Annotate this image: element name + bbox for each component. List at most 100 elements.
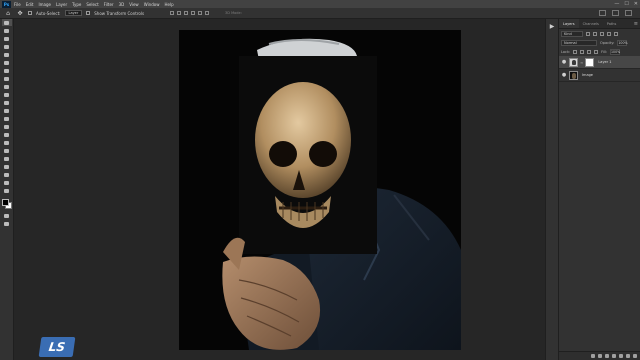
opacity-field[interactable]: 100%	[617, 39, 628, 46]
rectangle-tool-icon[interactable]	[2, 163, 12, 170]
workspace-icon[interactable]	[612, 10, 619, 16]
more-tools-icon[interactable]	[2, 187, 12, 194]
hand-tool-icon[interactable]	[2, 171, 12, 178]
auto-select-checkbox[interactable]	[28, 11, 32, 15]
align-left-icon[interactable]	[170, 11, 175, 15]
panel-menu-icon[interactable]: ≡	[634, 19, 640, 28]
document-canvas[interactable]	[179, 30, 461, 350]
trash-icon[interactable]	[633, 354, 637, 358]
tab-channels[interactable]: Channels	[579, 19, 603, 28]
type-tool-icon[interactable]	[2, 147, 12, 154]
link-layers-icon[interactable]	[591, 354, 595, 358]
gradient-tool-icon[interactable]	[2, 115, 12, 122]
menu-type[interactable]: Type	[72, 2, 81, 7]
lasso-tool-icon[interactable]	[2, 35, 12, 42]
menu-window[interactable]: Window	[144, 2, 160, 7]
dodge-tool-icon[interactable]	[2, 131, 12, 138]
lock-position-icon[interactable]	[587, 49, 592, 54]
layer-filter-dropdown[interactable]: Kind	[561, 30, 583, 37]
minimize-icon[interactable]: —	[614, 1, 619, 7]
layer-name[interactable]: Image	[582, 73, 593, 77]
align-middle-icon[interactable]	[198, 11, 203, 15]
filter-pixel-icon[interactable]	[586, 31, 590, 36]
frame-tool-icon[interactable]	[2, 59, 12, 66]
history-brush-tool-icon[interactable]	[2, 99, 12, 106]
menu-layer[interactable]: Layer	[56, 2, 67, 7]
filter-smart-object-icon[interactable]	[614, 31, 618, 36]
move-tool-icon[interactable]: ✥	[16, 10, 24, 17]
menu-help[interactable]: Help	[164, 2, 173, 7]
show-transform-checkbox[interactable]	[86, 11, 91, 15]
maximize-icon[interactable]: ☐	[624, 1, 628, 7]
align-right-icon[interactable]	[184, 11, 189, 15]
menu-image[interactable]: Image	[38, 2, 51, 7]
menu-3d[interactable]: 3D	[119, 2, 125, 7]
new-layer-icon[interactable]	[626, 354, 630, 358]
layer-row-image[interactable]: ● Image	[559, 69, 640, 82]
filter-adjustment-icon[interactable]	[593, 31, 597, 36]
move-tool-icon[interactable]	[1, 19, 12, 26]
healing-brush-tool-icon[interactable]	[2, 75, 12, 82]
menu-view[interactable]: View	[129, 2, 139, 7]
quick-mask-icon[interactable]	[2, 212, 12, 219]
show-transform-label: Show Transform Controls	[94, 10, 145, 16]
eraser-tool-icon[interactable]	[2, 107, 12, 114]
auto-select-dropdown[interactable]: Layer	[64, 10, 83, 16]
menu-file[interactable]: File	[14, 2, 21, 7]
menu-filter[interactable]: Filter	[104, 2, 114, 7]
adjustment-layer-icon[interactable]	[612, 354, 616, 358]
photoshop-logo[interactable]: Ps	[2, 0, 11, 8]
home-icon[interactable]: ⌂	[4, 10, 12, 17]
play-icon[interactable]: ▶	[548, 23, 557, 31]
filter-type-icon[interactable]	[600, 31, 604, 36]
screen-mode-icon[interactable]	[2, 220, 12, 227]
crop-tool-icon[interactable]	[2, 51, 12, 58]
fx-icon[interactable]	[598, 354, 602, 358]
ls-watermark-logo: LS	[38, 337, 76, 357]
menu-select[interactable]: Select	[86, 2, 98, 7]
tools-panel	[0, 19, 14, 360]
align-bottom-icon[interactable]	[205, 11, 210, 15]
layer-filter-row: Kind	[559, 29, 640, 38]
lock-transparent-icon[interactable]	[573, 49, 578, 54]
window-controls: — ☐ ✕	[614, 1, 638, 7]
blend-mode-dropdown[interactable]: Normal	[561, 39, 597, 46]
tab-layers[interactable]: Layers	[559, 19, 579, 28]
color-swatches[interactable]	[1, 198, 13, 210]
blur-tool-icon[interactable]	[2, 123, 12, 130]
quick-select-tool-icon[interactable]	[2, 43, 12, 50]
menu-edit[interactable]: Edit	[26, 2, 34, 7]
layer-row-layer-1[interactable]: ● ∞ Layer 1	[559, 56, 640, 69]
layer-thumbnail	[569, 70, 578, 80]
brush-tool-icon[interactable]	[2, 83, 12, 90]
clone-stamp-tool-icon[interactable]	[2, 91, 12, 98]
visibility-eye-icon[interactable]: ●	[561, 72, 567, 78]
fill-field[interactable]: 100%	[610, 48, 620, 55]
canvas-image	[179, 30, 461, 350]
lock-all-icon[interactable]	[594, 49, 599, 54]
foreground-color-swatch[interactable]	[1, 199, 9, 206]
layers-panel-footer	[559, 351, 640, 360]
marquee-tool-icon[interactable]	[2, 27, 12, 34]
align-center-icon[interactable]	[177, 11, 182, 15]
align-top-icon[interactable]	[191, 11, 196, 15]
link-chain-icon[interactable]: ∞	[580, 60, 583, 65]
options-bar: ⌂ ✥ Auto-Select: Layer Show Transform Co…	[0, 8, 640, 19]
zoom-tool-icon[interactable]	[2, 179, 12, 186]
layer-name[interactable]: Layer 1	[598, 60, 611, 64]
path-select-tool-icon[interactable]	[2, 155, 12, 162]
share-icon[interactable]	[625, 10, 632, 16]
lock-pixels-icon[interactable]	[580, 49, 585, 54]
collapsed-panels-strip: ▶	[545, 19, 559, 360]
close-icon[interactable]: ✕	[634, 1, 638, 7]
tab-paths[interactable]: Paths	[603, 19, 621, 28]
pen-tool-icon[interactable]	[2, 139, 12, 146]
new-group-icon[interactable]	[619, 354, 623, 358]
search-icon[interactable]	[599, 10, 606, 16]
layer-mask-thumbnail[interactable]	[585, 57, 595, 67]
eyedropper-tool-icon[interactable]	[2, 67, 12, 74]
document-workspace: LS	[14, 19, 545, 360]
filter-shape-icon[interactable]	[607, 31, 611, 36]
add-mask-icon[interactable]	[605, 354, 609, 358]
visibility-eye-icon[interactable]: ●	[561, 59, 567, 65]
